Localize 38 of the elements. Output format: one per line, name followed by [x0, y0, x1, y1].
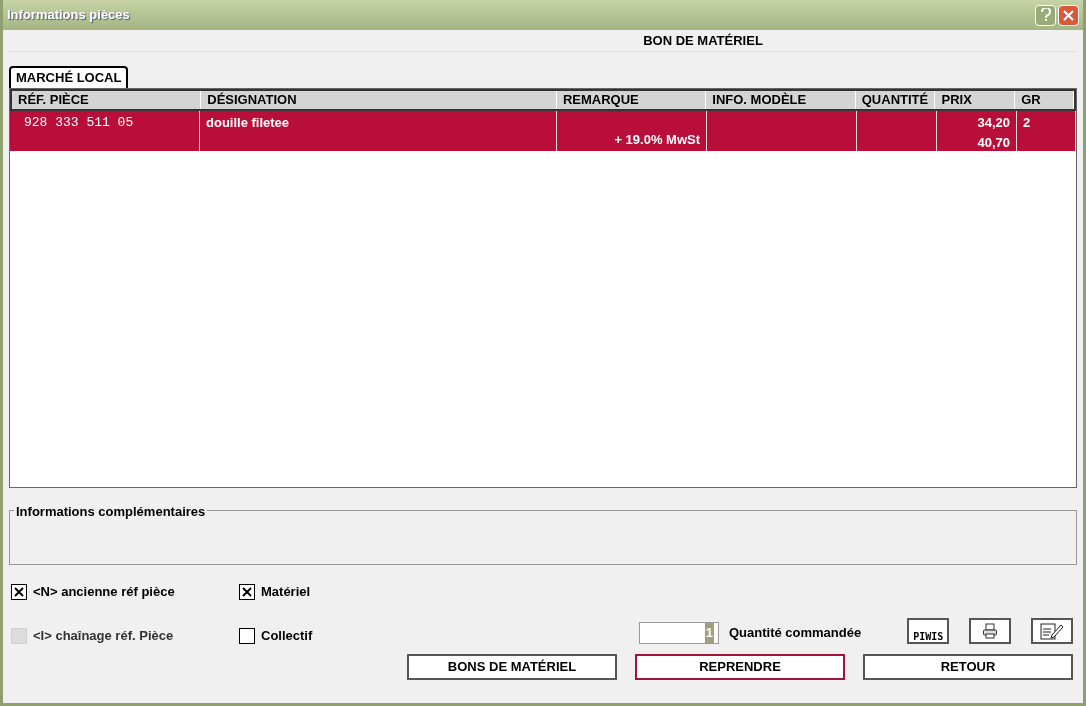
help-icon	[1040, 8, 1051, 22]
group-text: 2	[1023, 115, 1031, 130]
table-row[interactable]: 928 333 511 05 douille filetee + 19.0% MwSt 34,20 40,70 2	[10, 111, 1076, 151]
tab[interactable]: MARCHÉ LOCAL	[9, 66, 129, 88]
close-button[interactable]	[1058, 4, 1079, 26]
price-text: 34,20	[977, 114, 1010, 132]
column-header: QUANTITÉ	[855, 91, 936, 109]
checkbox[interactable]	[239, 584, 255, 600]
column-header: DÉSIGNATION	[201, 91, 557, 109]
checkbox-label: <N> ancienne réf pièce	[33, 583, 175, 602]
column-header: REMARQUE	[556, 91, 707, 109]
action-button[interactable]: BONS DE MATÉRIEL	[407, 654, 617, 680]
edit-button[interactable]	[1031, 618, 1074, 644]
check-mark-icon	[14, 587, 24, 597]
form-header: BON DE MATÉRIEL	[643, 31, 763, 50]
price-text: 40,70	[977, 133, 1010, 152]
close-icon	[1063, 9, 1074, 21]
check-mark-icon	[242, 587, 252, 597]
piwis-button[interactable]: PIWIS	[907, 618, 950, 644]
action-button[interactable]: RETOUR	[863, 654, 1073, 680]
print-button[interactable]	[969, 618, 1012, 644]
checkbox[interactable]	[11, 584, 27, 600]
checkbox[interactable]	[239, 628, 255, 644]
column-header: GR	[1015, 91, 1074, 109]
column-header: RÉF. PIÈCE	[12, 91, 202, 109]
column-header: PRIX	[935, 91, 1016, 109]
part-number: 928 333 511 05	[24, 115, 134, 130]
printer-icon	[982, 623, 999, 639]
checkbox-label: Collectif	[261, 627, 313, 646]
column-header: INFO. MODÈLE	[706, 91, 856, 109]
checkbox-label: Matériel	[261, 583, 311, 602]
document-pencil-icon	[1040, 622, 1065, 640]
remark-text: + 19.0% MwSt	[614, 130, 700, 149]
quantity-label: Quantité commandée	[729, 624, 862, 643]
checkbox-label: <I> chaînage réf. Pièce	[33, 627, 174, 646]
action-button[interactable]: REPRENDRE	[635, 654, 845, 680]
window-title: Informations pièces	[7, 6, 130, 25]
designation-text: douille filetee	[206, 115, 290, 130]
